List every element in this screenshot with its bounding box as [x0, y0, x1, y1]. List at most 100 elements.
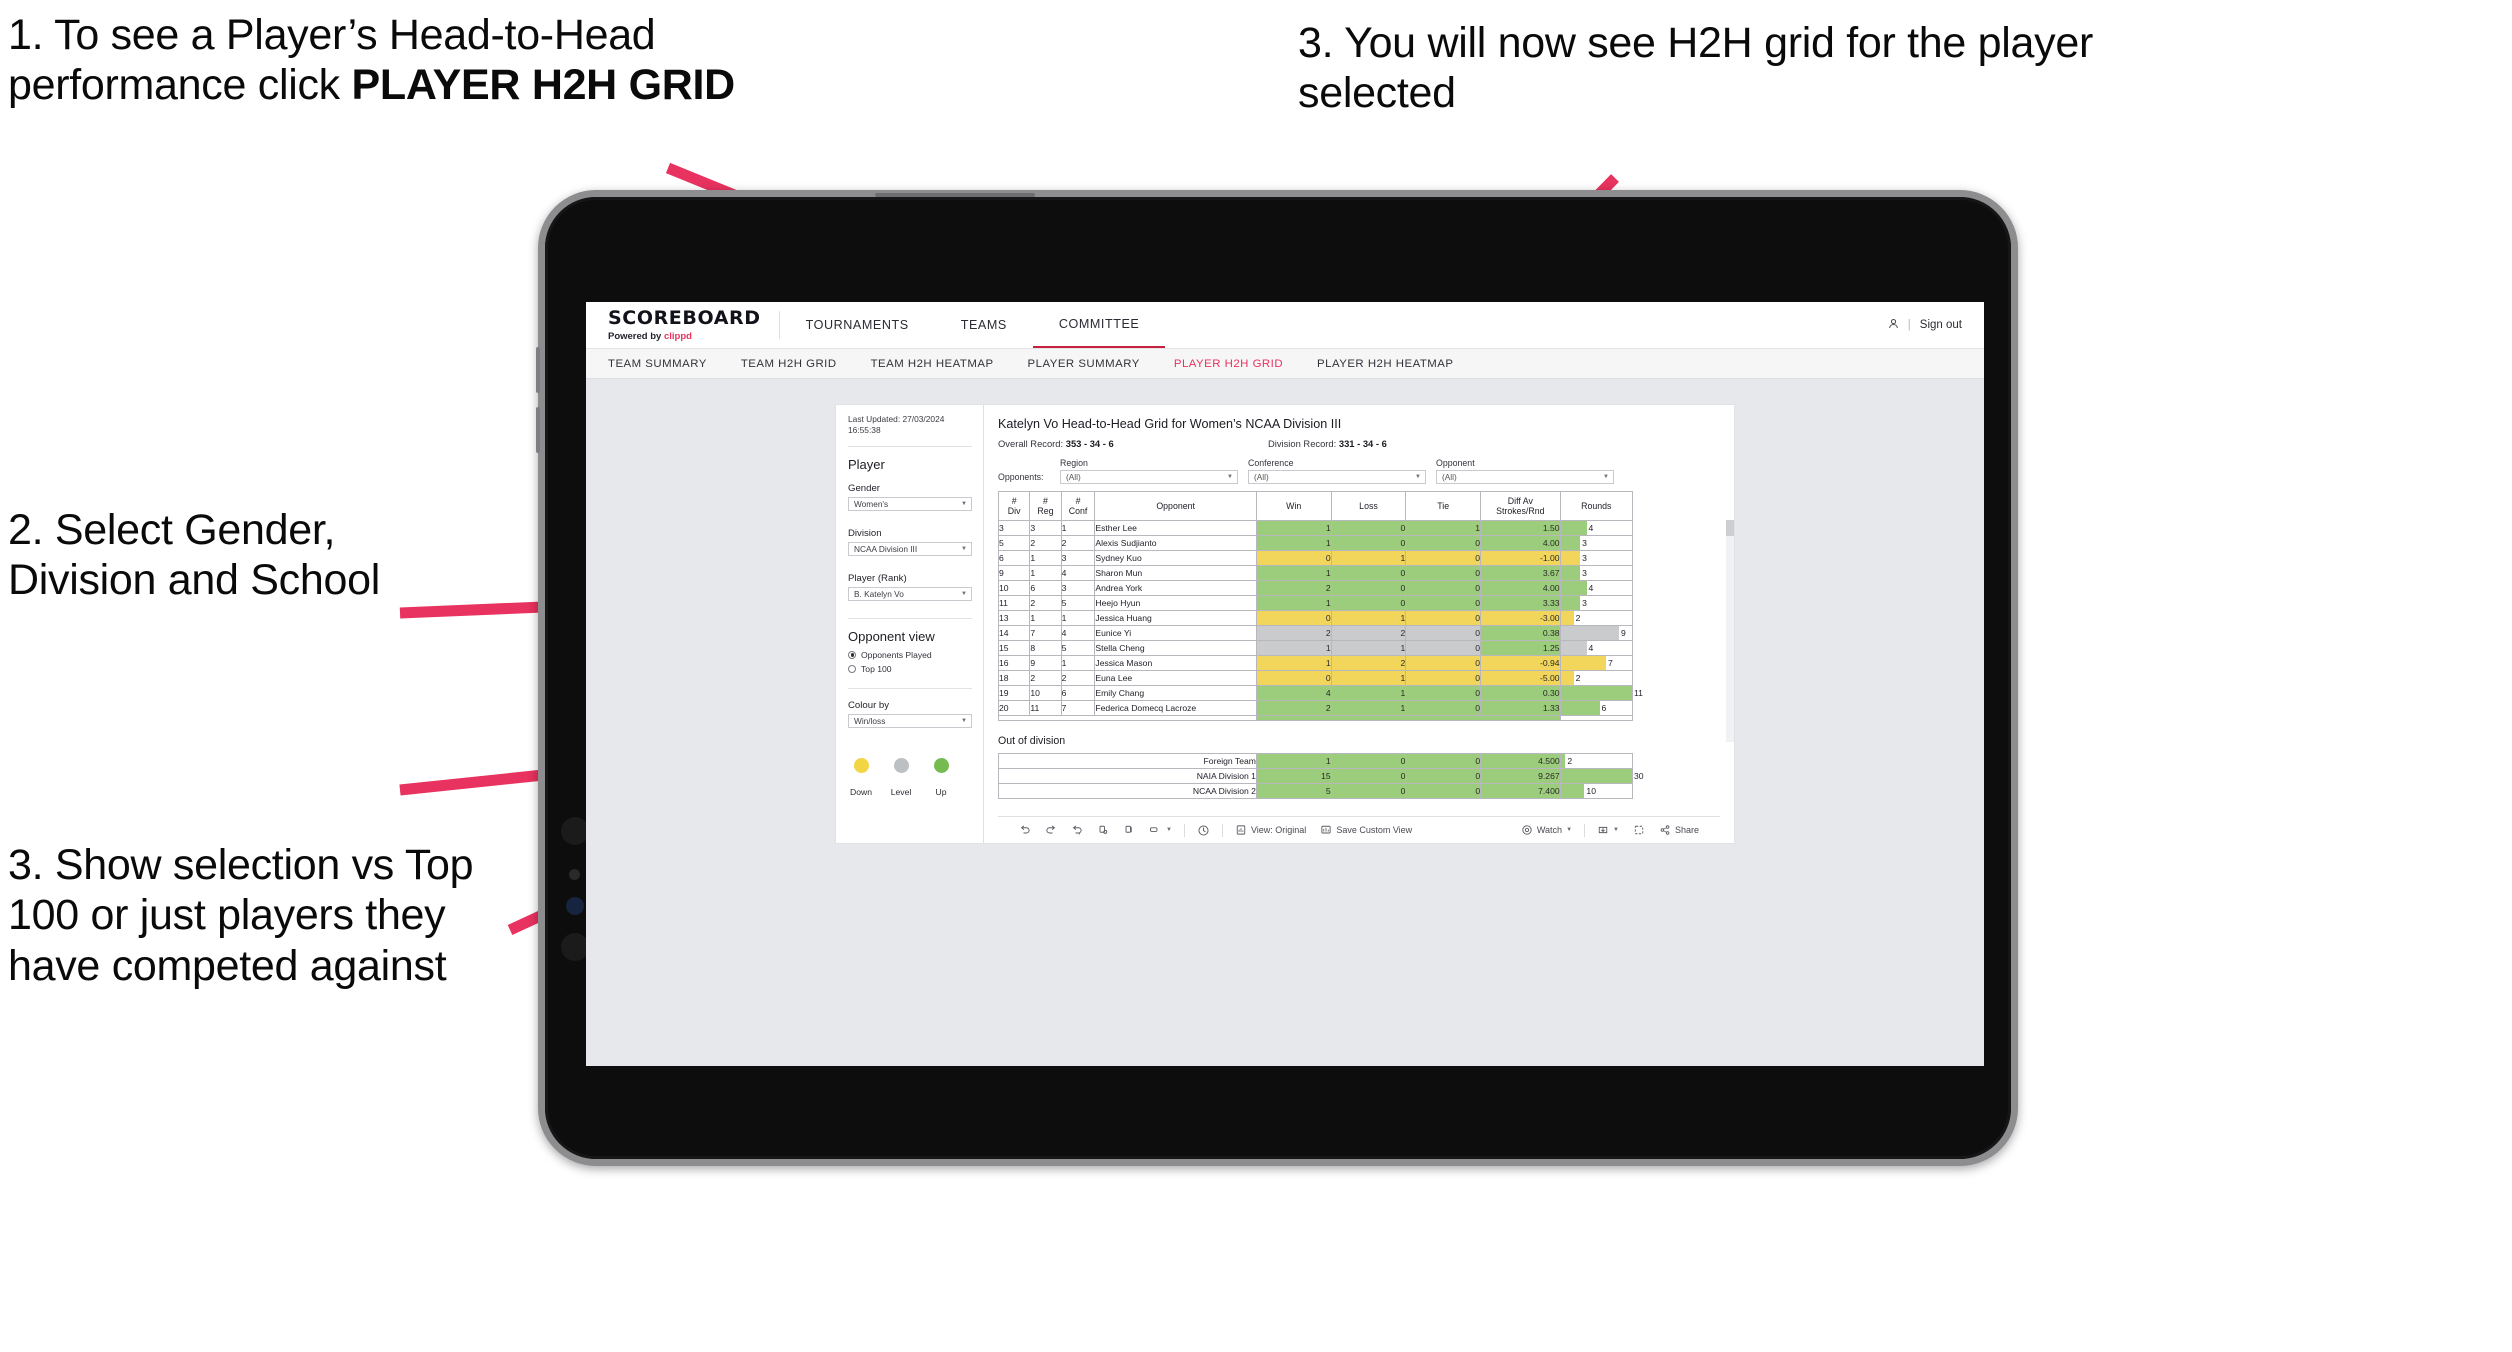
redo-icon[interactable] — [1038, 824, 1064, 836]
tablet-sensor-icon — [569, 869, 580, 880]
save-custom-view-button[interactable]: Save Custom View — [1313, 824, 1419, 836]
cell-loss: 0 — [1330, 535, 1407, 551]
colour-by-value: Win/loss — [854, 715, 886, 726]
table-row[interactable]: 20 11 7 Federica Domecq Lacroze 2 1 0 1.33 6 — [997, 700, 1634, 716]
save-view-icon — [1321, 825, 1331, 834]
colour-by-select[interactable]: Win/loss ▼ — [848, 713, 972, 728]
opponent-select[interactable]: (All) ▼ — [1436, 470, 1614, 484]
cell-rounds: 2 — [1559, 753, 1634, 769]
refresh-icon[interactable] — [1090, 824, 1116, 836]
cell-tie: 0 — [1405, 783, 1482, 799]
radio-top-100[interactable]: Top 100 — [848, 664, 972, 674]
rounds-bar — [1560, 536, 1581, 550]
cell-tie: 0 — [1405, 685, 1482, 701]
cell-reg: 1 — [1029, 610, 1062, 626]
panel-divider-2 — [848, 617, 972, 619]
cell-div: 13 — [997, 610, 1031, 626]
cell-diff: 0.30 — [1480, 685, 1561, 701]
cell-rounds: 30 — [1559, 768, 1644, 784]
device-layout-icon[interactable]: ▼ — [1142, 824, 1179, 836]
history-icon[interactable] — [1190, 824, 1217, 837]
table-row[interactable]: 13 1 1 Jessica Huang 0 1 0 -3.00 2 — [997, 610, 1634, 626]
opponent-value: (All) — [1442, 472, 1457, 482]
nav-item-tournaments[interactable]: TOURNAMENTS — [780, 302, 935, 348]
th-loss: Loss — [1330, 491, 1407, 521]
out-of-division-row[interactable]: NAIA Division 1 15 0 0 9.267 30 — [998, 768, 1644, 784]
th-diff: Diff Av Strokes/Rnd — [1480, 491, 1561, 521]
tab-player-h2h-heatmap[interactable]: PLAYER H2H HEATMAP — [1317, 358, 1453, 370]
cell-opponent: Sharon Mun — [1094, 565, 1257, 581]
cell-reg: 2 — [1029, 595, 1062, 611]
pause-icon[interactable] — [1116, 824, 1142, 836]
player-rank-select[interactable]: B. Katelyn Vo ▼ — [848, 586, 972, 601]
chevron-down-icon: ▼ — [1415, 474, 1421, 480]
cell-conf: 4 — [1060, 625, 1096, 641]
gender-select[interactable]: Women's ▼ — [848, 496, 972, 511]
table-row[interactable]: 11 2 5 Heejo Hyun 1 0 0 3.33 3 — [997, 595, 1634, 611]
out-of-division-row[interactable]: Foreign Team 1 0 0 4.500 2 — [998, 753, 1634, 769]
rounds-value: 4 — [1588, 583, 1594, 593]
chevron-down-icon: ▼ — [961, 500, 967, 507]
tab-player-h2h-grid[interactable]: PLAYER H2H GRID — [1174, 358, 1283, 370]
cell-div: 20 — [997, 700, 1031, 716]
cell-tie: 0 — [1405, 535, 1482, 551]
table-row-partial[interactable] — [998, 715, 1634, 721]
region-select[interactable]: (All) ▼ — [1060, 470, 1238, 484]
undo-icon[interactable] — [1012, 824, 1038, 836]
cell-rounds: 4 — [1559, 640, 1634, 656]
table-row[interactable]: 6 1 3 Sydney Kuo 0 1 0 -1.00 3 — [997, 550, 1634, 566]
cell-reg: 7 — [1029, 625, 1062, 641]
cell-rounds: 11 — [1559, 685, 1643, 701]
cell-opponent: Esther Lee — [1094, 520, 1257, 536]
nav-item-committee[interactable]: COMMITTEE — [1032, 302, 1166, 348]
watch-button[interactable]: Watch ▼ — [1514, 824, 1579, 836]
table-row[interactable]: 15 8 5 Stella Cheng 1 1 0 1.25 4 — [997, 640, 1634, 656]
scrollbar-thumb[interactable] — [1726, 520, 1734, 536]
tab-team-h2h-heatmap[interactable]: TEAM H2H HEATMAP — [871, 358, 994, 370]
fullscreen-button[interactable] — [1626, 824, 1652, 836]
share-button[interactable]: Share — [1652, 824, 1706, 836]
table-row[interactable]: 10 6 3 Andrea York 2 0 0 4.00 4 — [997, 580, 1634, 596]
table-row[interactable]: 19 10 6 Emily Chang 4 1 0 0.30 11 — [997, 685, 1643, 701]
tablet-volume-down-button[interactable] — [536, 407, 540, 453]
radio-off-icon — [848, 664, 856, 673]
tablet-volume-up-button[interactable] — [536, 347, 540, 393]
table-row[interactable]: 5 2 2 Alexis Sudjianto 1 0 0 4.00 3 — [997, 535, 1634, 551]
table-vertical-scrollbar[interactable] — [1726, 520, 1734, 742]
cell-loss: 0 — [1330, 580, 1407, 596]
cell-win: 1 — [1255, 520, 1332, 536]
filter-panel: Last Updated: 27/03/2024 16:55:38 Player… — [836, 405, 984, 843]
radio-opponents-played[interactable]: Opponents Played — [848, 650, 972, 660]
table-row[interactable]: 16 9 1 Jessica Mason 1 2 0 -0.94 7 — [997, 655, 1634, 671]
th-rounds: Rounds — [1559, 491, 1634, 521]
table-row[interactable]: 18 2 2 Euna Lee 0 1 0 -5.00 2 — [997, 670, 1634, 686]
overall-record-value: 353 - 34 - 6 — [1065, 438, 1114, 449]
division-record: Division Record: 331 - 34 - 6 — [1268, 438, 1387, 449]
out-of-division-row[interactable]: NCAA Division 2 5 0 0 7.400 10 — [998, 783, 1634, 799]
conference-select[interactable]: (All) ▼ — [1248, 470, 1426, 484]
cell-conf: 1 — [1060, 610, 1096, 626]
table-row[interactable]: 3 3 1 Esther Lee 1 0 1 1.50 4 — [997, 520, 1634, 536]
tab-player-summary[interactable]: PLAYER SUMMARY — [1028, 358, 1140, 370]
table-row[interactable]: 9 1 4 Sharon Mun 1 0 0 3.67 3 — [997, 565, 1634, 581]
tab-team-summary[interactable]: TEAM SUMMARY — [608, 358, 707, 370]
table-row[interactable]: 14 7 4 Eunice Yi 2 2 0 0.38 9 — [997, 625, 1634, 641]
download-button[interactable]: ▼ — [1590, 824, 1626, 836]
revert-icon[interactable] — [1064, 824, 1090, 836]
cell-win: 5 — [1255, 783, 1332, 799]
th-win: Win — [1255, 491, 1332, 521]
cell-div: 9 — [997, 565, 1031, 581]
cell-reg: 10 — [1029, 685, 1062, 701]
app-header: SCOREBOARD Powered by clippd TOURNAMENTS… — [586, 302, 1984, 349]
cell-diff: 3.67 — [1480, 565, 1561, 581]
brand-logo[interactable]: SCOREBOARD Powered by clippd — [586, 302, 779, 348]
nav-item-teams[interactable]: TEAMS — [935, 302, 1033, 348]
cell-tie: 0 — [1405, 580, 1482, 596]
cell-div: 5 — [997, 535, 1031, 551]
division-select[interactable]: NCAA Division III ▼ — [848, 541, 972, 556]
tab-team-h2h-grid[interactable]: TEAM H2H GRID — [741, 358, 837, 370]
view-original-button[interactable]: View: Original — [1228, 824, 1313, 836]
sign-out-link[interactable]: Sign out — [1920, 319, 1962, 331]
cell-conf: 6 — [1060, 685, 1096, 701]
account-icon[interactable] — [1888, 318, 1899, 332]
